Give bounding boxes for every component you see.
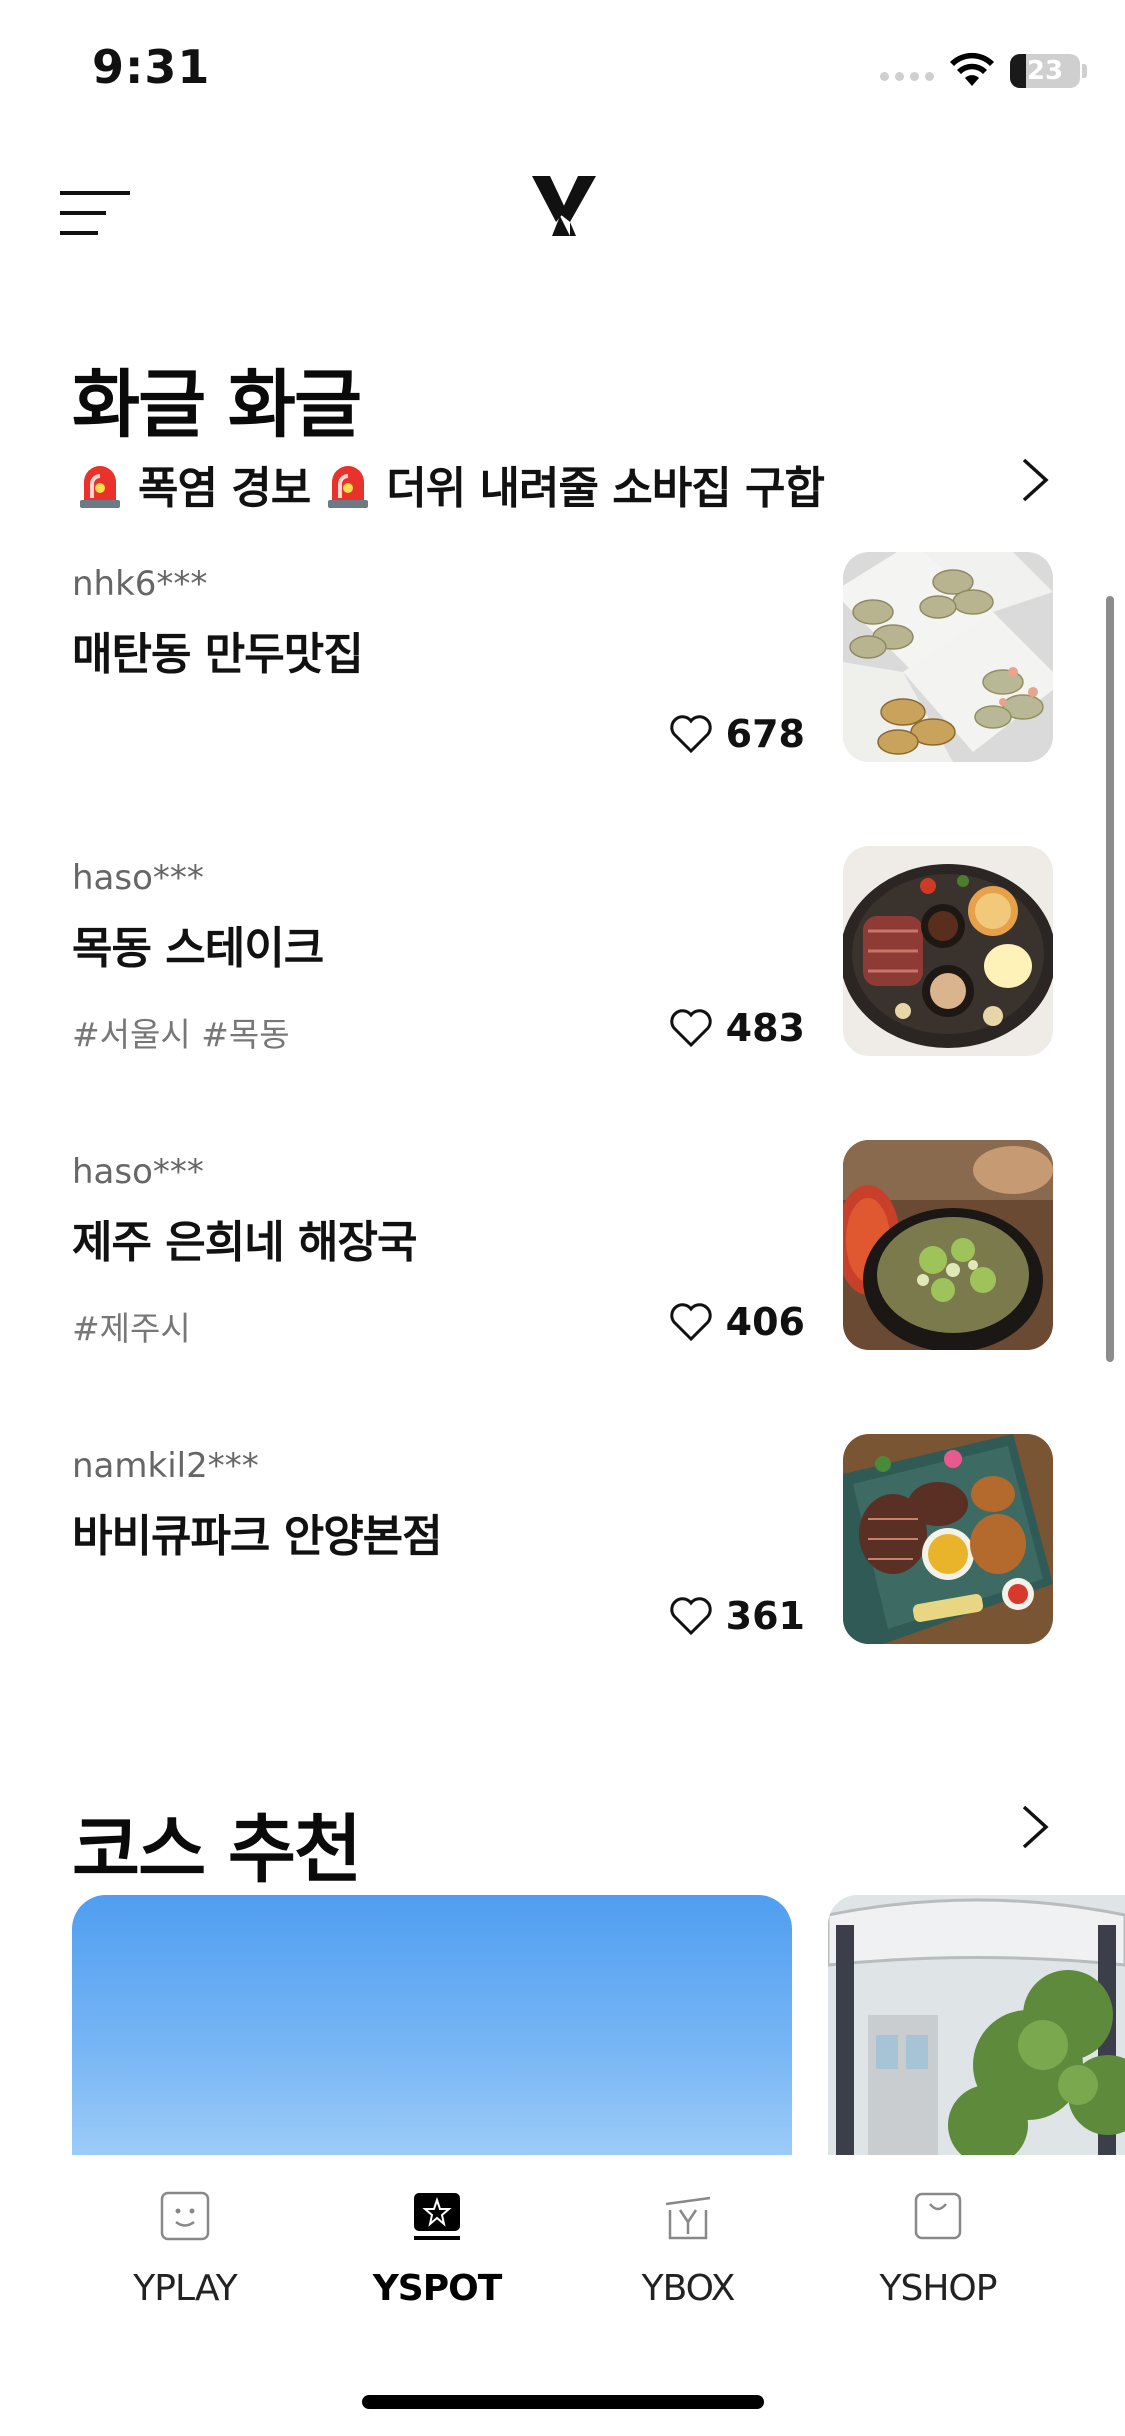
course-card[interactable] (72, 1895, 792, 2155)
heart-icon[interactable] (668, 1007, 714, 1049)
wifi-icon (950, 52, 994, 86)
tab-label: YPLAY (133, 2268, 237, 2309)
like-counter[interactable]: 406 (668, 1300, 805, 1344)
item-title: 제주 은희네 해장국 (72, 1217, 417, 1268)
item-title: 매탄동 만두맛집 (72, 629, 364, 680)
siren-icon (328, 466, 369, 508)
like-counter[interactable]: 678 (668, 712, 805, 756)
chevron-right-icon[interactable] (1020, 456, 1050, 504)
item-username: haso*** (72, 858, 204, 898)
tab-yplay[interactable]: YPLAY (85, 2190, 285, 2309)
haejangguk-photo[interactable] (843, 1140, 1053, 1350)
scrollbar[interactable] (1106, 596, 1114, 1362)
app-screen: 9:31 23 화글 화글 폭염 경보 더위 내려줄 소바집 구합 nhk6**… (0, 0, 1125, 2436)
subtitle-text-1: 폭염 경보 (138, 463, 311, 514)
list-item[interactable]: haso*** 제주 은희네 해장국 #제주시 406 (0, 1140, 1125, 1434)
tab-ybox[interactable]: YBOX (588, 2190, 788, 2309)
tab-label: YBOX (641, 2268, 736, 2309)
tab-yshop[interactable]: YSHOP (838, 2190, 1038, 2309)
bottom-tab-bar: YPLAY YSPOT YBOX YSHOP (0, 2155, 1125, 2436)
bbq-platter-photo[interactable] (843, 1434, 1053, 1644)
list-item[interactable]: haso*** 목동 스테이크 #서울시 #목동 483 (0, 846, 1125, 1140)
battery-icon: 23 (1010, 54, 1080, 88)
list-item[interactable]: nhk6*** 매탄동 만두맛집 678 (0, 552, 1125, 846)
status-bar: 9:31 23 (0, 0, 1125, 140)
like-count: 483 (725, 1006, 805, 1050)
hot-section-title: 화글 화글 (72, 362, 362, 448)
heart-icon[interactable] (668, 713, 714, 755)
smile-face-icon (160, 2191, 210, 2241)
cellular-signal-icon (880, 72, 934, 81)
course-card[interactable] (828, 1895, 1125, 2155)
heart-icon[interactable] (668, 1301, 714, 1343)
like-counter[interactable]: 361 (668, 1594, 805, 1638)
item-username: namkil2*** (72, 1446, 259, 1486)
star-icon (414, 2193, 460, 2240)
like-count: 406 (725, 1300, 805, 1344)
battery-level: 23 (1026, 56, 1064, 86)
course-section-title: 코스 추천 (72, 1807, 362, 1893)
battery-cap (1082, 64, 1087, 78)
gift-box-icon (665, 2196, 711, 2240)
status-time: 9:31 (92, 40, 211, 94)
home-indicator[interactable] (362, 2395, 764, 2409)
dumplings-photo[interactable] (843, 552, 1053, 762)
y-logo-icon[interactable] (530, 170, 598, 242)
spot-list: nhk6*** 매탄동 만두맛집 678 haso*** 목동 스테이크 #서울… (0, 552, 1125, 1728)
subtitle-text-2: 더위 내려줄 소바집 구합 (386, 463, 825, 514)
item-username: haso*** (72, 1152, 204, 1192)
menu-icon[interactable] (58, 188, 134, 238)
list-item[interactable]: namkil2*** 바비큐파크 안양본점 361 (0, 1434, 1125, 1728)
shopping-bag-icon (914, 2192, 962, 2240)
siren-icon (80, 466, 120, 508)
steak-photo[interactable] (843, 846, 1053, 1056)
item-title: 바비큐파크 안양본점 (72, 1511, 443, 1562)
tab-label: YSPOT (372, 2268, 503, 2309)
like-count: 678 (725, 712, 805, 756)
item-tags: #서울시 #목동 (72, 1015, 290, 1054)
item-title: 목동 스테이크 (72, 923, 324, 974)
tab-yspot[interactable]: YSPOT (337, 2190, 537, 2309)
item-username: nhk6*** (72, 564, 208, 604)
like-count: 361 (725, 1594, 805, 1638)
like-counter[interactable]: 483 (668, 1006, 805, 1050)
item-tags: #제주시 (72, 1309, 191, 1348)
tab-label: YSHOP (879, 2268, 998, 2309)
heart-icon[interactable] (668, 1595, 714, 1637)
hot-section-subtitle[interactable]: 폭염 경보 더위 내려줄 소바집 구합 (72, 452, 825, 516)
chevron-right-icon[interactable] (1020, 1803, 1050, 1851)
